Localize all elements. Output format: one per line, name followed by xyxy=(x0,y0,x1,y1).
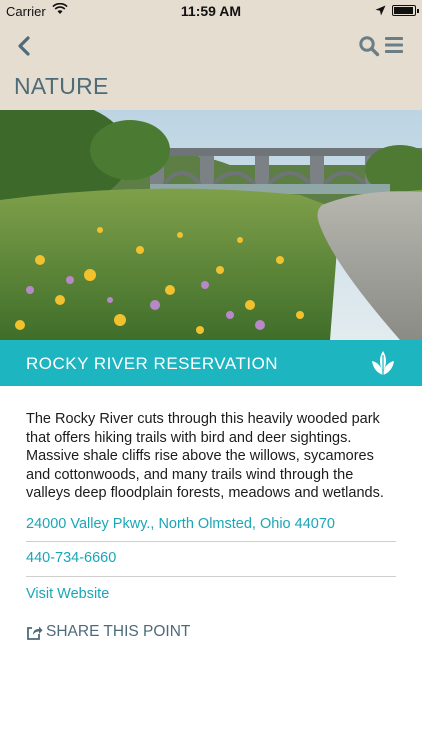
leaf-icon xyxy=(372,351,394,375)
website-link[interactable]: Visit Website xyxy=(26,586,109,602)
place-name: ROCKY RIVER RESERVATION xyxy=(26,354,279,373)
search-icon xyxy=(359,36,380,57)
place-description: The Rocky River cuts through this heavil… xyxy=(26,411,384,501)
share-label: SHARE THIS POINT xyxy=(46,623,191,640)
menu-button[interactable] xyxy=(384,35,408,59)
location-arrow-icon xyxy=(375,4,386,19)
page-title: NATURE xyxy=(14,73,109,99)
divider xyxy=(26,541,396,542)
place-banner: ROCKY RIVER RESERVATION xyxy=(0,340,422,386)
address-link[interactable]: 24000 Valley Pkwy., North Olmsted, Ohio … xyxy=(26,516,335,532)
app-header: NATURE xyxy=(0,22,422,110)
share-icon xyxy=(27,626,43,640)
hero-photo xyxy=(0,110,422,340)
search-button[interactable] xyxy=(358,35,382,59)
battery-icon xyxy=(392,5,419,16)
share-button[interactable]: SHARE THIS POINT xyxy=(26,623,190,641)
divider xyxy=(26,576,396,577)
chevron-left-icon xyxy=(18,36,30,56)
hamburger-menu-icon xyxy=(385,37,403,53)
battery-fill xyxy=(394,7,413,14)
phone-link[interactable]: 440-734-6660 xyxy=(26,550,116,566)
place-details: The Rocky River cuts through this heavil… xyxy=(26,410,396,640)
back-button[interactable] xyxy=(12,34,36,58)
clock: 11:59 AM xyxy=(180,3,242,19)
status-bar: Carrier 11:59 AM xyxy=(0,0,422,22)
